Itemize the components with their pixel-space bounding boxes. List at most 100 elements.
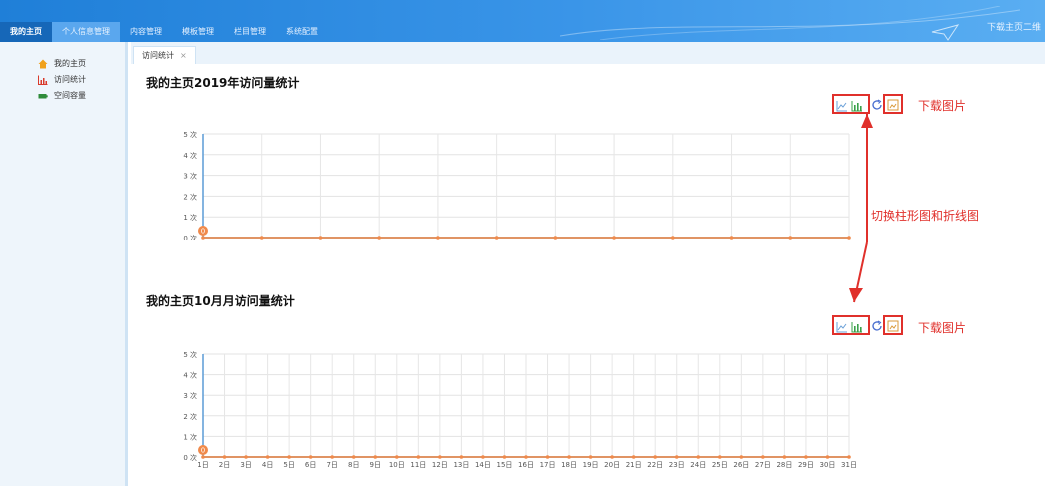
data-point bbox=[671, 236, 675, 240]
data-point bbox=[244, 455, 248, 459]
y-tick-label: 5 次 bbox=[183, 130, 197, 139]
data-point bbox=[259, 236, 264, 240]
chart-title-monthly: 我的主页10月月访问量统计 bbox=[146, 294, 295, 308]
data-point bbox=[804, 455, 808, 459]
sidebar-item-label: 访问统计 bbox=[54, 75, 86, 84]
nav-tab-home[interactable]: 我的主页 bbox=[0, 22, 52, 42]
close-icon[interactable]: × bbox=[180, 51, 187, 60]
x-tick-label: 17日 bbox=[540, 461, 556, 469]
sidebar: 我的主页 访问统计 空间容量 bbox=[0, 42, 128, 486]
data-point bbox=[761, 455, 765, 459]
x-tick-label: 21日 bbox=[626, 461, 642, 469]
y-tick-label: 2 次 bbox=[183, 412, 197, 421]
data-point bbox=[674, 455, 679, 459]
x-tick-label: 15日 bbox=[497, 461, 513, 469]
x-tick-label: 26日 bbox=[733, 461, 749, 469]
data-point bbox=[436, 236, 440, 240]
sidebar-item-storage[interactable]: 空间容量 bbox=[38, 90, 86, 101]
x-tick-label: 31日 bbox=[841, 461, 857, 469]
x-tick-label: 1日 bbox=[197, 461, 208, 469]
x-tick-label: 30日 bbox=[820, 461, 836, 469]
bar-chart-icon bbox=[38, 75, 48, 85]
data-point bbox=[847, 455, 851, 459]
x-tick-label: 16日 bbox=[518, 461, 534, 469]
data-point bbox=[330, 455, 334, 459]
data-point bbox=[395, 455, 399, 459]
tab-label: 访问统计 bbox=[142, 51, 174, 60]
data-point bbox=[545, 455, 550, 459]
top-bar: 我的主页 个人信息管理 内容管理 模板管理 栏目管理 系统配置 下载主页二维 bbox=[0, 0, 1045, 42]
data-point bbox=[459, 455, 464, 459]
home-icon bbox=[38, 59, 48, 68]
y-tick-label: 1 次 bbox=[183, 432, 197, 441]
data-point bbox=[653, 455, 657, 459]
x-tick-label: 12日 bbox=[432, 461, 448, 469]
battery-icon bbox=[38, 93, 48, 98]
x-tick-label: 23日 bbox=[669, 461, 685, 469]
nav-tab-column[interactable]: 栏目管理 bbox=[224, 22, 276, 42]
chart-monthly: 0 次 1 次 2 次 3 次 4 次 5 次 1日 2日 3日 4日 5日 6日 7日 8日 9日 10日 1… bbox=[183, 350, 857, 469]
nav-tab-content[interactable]: 内容管理 bbox=[120, 22, 172, 42]
toolbox-save-highlight bbox=[883, 94, 903, 114]
x-tick-label: 29日 bbox=[798, 461, 814, 469]
data-point bbox=[351, 455, 356, 459]
data-point bbox=[782, 455, 787, 459]
toolbox-save-highlight bbox=[883, 315, 903, 335]
y-tick-label: 4 次 bbox=[183, 371, 197, 380]
data-point bbox=[588, 455, 593, 459]
refresh-icon[interactable] bbox=[871, 320, 883, 332]
y-tick-label: 3 次 bbox=[183, 391, 197, 400]
x-tick-label: 5日 bbox=[283, 461, 294, 469]
data-point bbox=[729, 236, 734, 240]
data-point bbox=[201, 455, 205, 459]
x-tick-label: 25日 bbox=[712, 461, 728, 469]
main-content: 访问统计 × 我的主页2019年访问量统计 下载图片 0 次 1 次 2 次 3 次 4 … bbox=[131, 42, 1045, 486]
data-point bbox=[788, 236, 793, 240]
data-point bbox=[201, 236, 205, 240]
paper-plane-icon bbox=[931, 24, 960, 41]
chart-title-yearly: 我的主页2019年访问量统计 bbox=[146, 76, 300, 90]
toolbox-type-highlight bbox=[832, 94, 870, 114]
x-tick-label: 20日 bbox=[604, 461, 620, 469]
data-point bbox=[567, 455, 571, 459]
x-tick-label: 13日 bbox=[453, 461, 469, 469]
data-point bbox=[373, 455, 378, 459]
x-tick-label: 22日 bbox=[647, 461, 663, 469]
nav-tab-profile[interactable]: 个人信息管理 bbox=[52, 22, 120, 42]
data-label: 0 bbox=[201, 447, 205, 455]
x-tick-label: 11日 bbox=[410, 461, 426, 469]
data-point bbox=[438, 455, 442, 459]
sidebar-item-label: 空间容量 bbox=[54, 91, 86, 100]
data-point bbox=[377, 236, 381, 240]
toolbox-type-highlight bbox=[832, 315, 870, 335]
x-tick-label: 28日 bbox=[776, 461, 792, 469]
data-point bbox=[739, 455, 744, 459]
x-tick-label: 4日 bbox=[262, 461, 273, 469]
x-tick-label: 10日 bbox=[389, 461, 405, 469]
data-point bbox=[718, 455, 722, 459]
y-tick-label: 2 次 bbox=[183, 192, 197, 201]
sidebar-item-label: 我的主页 bbox=[54, 59, 86, 68]
data-point bbox=[222, 455, 227, 459]
nav-tab-system[interactable]: 系统配置 bbox=[276, 22, 328, 42]
x-tick-label: 8日 bbox=[348, 461, 359, 469]
x-tick-label: 24日 bbox=[690, 461, 706, 469]
annotation-download-2: 下载图片 bbox=[918, 321, 967, 335]
data-point bbox=[481, 455, 485, 459]
y-tick-label: 4 次 bbox=[183, 151, 197, 160]
refresh-icon[interactable] bbox=[871, 99, 883, 111]
x-tick-label: 7日 bbox=[326, 461, 337, 469]
y-tick-label: 0 次 bbox=[183, 453, 197, 462]
sidebar-item-home[interactable]: 我的主页 bbox=[38, 58, 86, 69]
tab-visit-stats[interactable]: 访问统计 × bbox=[133, 46, 196, 64]
annotation-toggle: 切换柱形图和折线图 bbox=[871, 209, 980, 223]
download-qrcode-link[interactable]: 下载主页二维 bbox=[987, 20, 1041, 33]
x-tick-label: 2日 bbox=[219, 461, 230, 469]
nav-tab-template[interactable]: 模板管理 bbox=[172, 22, 224, 42]
sidebar-item-stats[interactable]: 访问统计 bbox=[38, 74, 86, 85]
data-point bbox=[696, 455, 701, 459]
data-point bbox=[494, 236, 499, 240]
data-point bbox=[610, 455, 614, 459]
data-label: 0 bbox=[201, 228, 205, 236]
x-tick-label: 14日 bbox=[475, 461, 491, 469]
